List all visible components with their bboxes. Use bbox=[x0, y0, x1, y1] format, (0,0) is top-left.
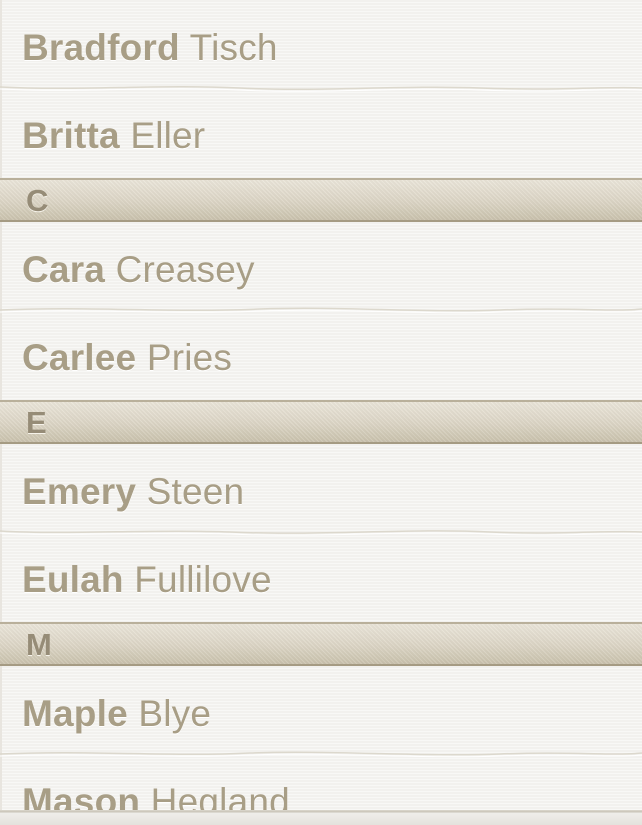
contact-name: Eulah Fullilove bbox=[22, 556, 272, 604]
contact-first-name: Maple bbox=[22, 693, 128, 734]
contact-first-name: Emery bbox=[22, 471, 137, 512]
contact-last-name: Hegland bbox=[150, 781, 290, 810]
contact-row-britta-eller[interactable]: Britta Eller bbox=[0, 88, 642, 176]
section-header-e: E bbox=[0, 400, 642, 444]
contact-row-bradford-tisch[interactable]: Bradford Tisch bbox=[0, 0, 642, 92]
contact-first-name: Eulah bbox=[22, 559, 124, 600]
section-letter: E bbox=[26, 405, 47, 440]
contact-first-name: Mason bbox=[22, 781, 141, 810]
contact-name: Bradford Tisch bbox=[22, 24, 278, 72]
list-bottom-edge bbox=[0, 810, 642, 825]
contact-last-name: Steen bbox=[146, 471, 245, 512]
contact-name: Cara Creasey bbox=[22, 246, 255, 294]
section-header-c: C bbox=[0, 178, 642, 222]
contact-first-name: Bradford bbox=[22, 27, 180, 68]
contact-row-emery-steen[interactable]: Emery Steen bbox=[0, 444, 642, 536]
section-letter: C bbox=[26, 183, 49, 218]
contact-row-cara-creasey[interactable]: Cara Creasey bbox=[0, 222, 642, 314]
section-letter: M bbox=[26, 627, 52, 662]
contact-name: Emery Steen bbox=[22, 468, 244, 516]
contact-list: Bradford Tisch Britta Eller C Cara Creas… bbox=[0, 0, 642, 810]
contact-first-name: Cara bbox=[22, 249, 106, 290]
contact-name: Mason Hegland bbox=[22, 778, 290, 810]
contact-row-carlee-pries[interactable]: Carlee Pries bbox=[0, 310, 642, 398]
contact-row-eulah-fullilove[interactable]: Eulah Fullilove bbox=[0, 532, 642, 620]
contact-first-name: Carlee bbox=[22, 337, 137, 378]
contact-last-name: Eller bbox=[130, 115, 206, 156]
contact-first-name: Britta bbox=[22, 115, 120, 156]
section-header-m: M bbox=[0, 622, 642, 666]
contact-row-mason-hegland[interactable]: Mason Hegland bbox=[0, 754, 642, 810]
contact-name: Britta Eller bbox=[22, 112, 205, 160]
contact-row-maple-blye[interactable]: Maple Blye bbox=[0, 666, 642, 758]
contact-name: Maple Blye bbox=[22, 690, 211, 738]
contact-last-name: Fullilove bbox=[134, 559, 272, 600]
contact-last-name: Creasey bbox=[115, 249, 255, 290]
contact-last-name: Blye bbox=[138, 693, 212, 734]
contact-name: Carlee Pries bbox=[22, 334, 232, 382]
contact-last-name: Tisch bbox=[189, 27, 278, 68]
contact-last-name: Pries bbox=[146, 337, 233, 378]
